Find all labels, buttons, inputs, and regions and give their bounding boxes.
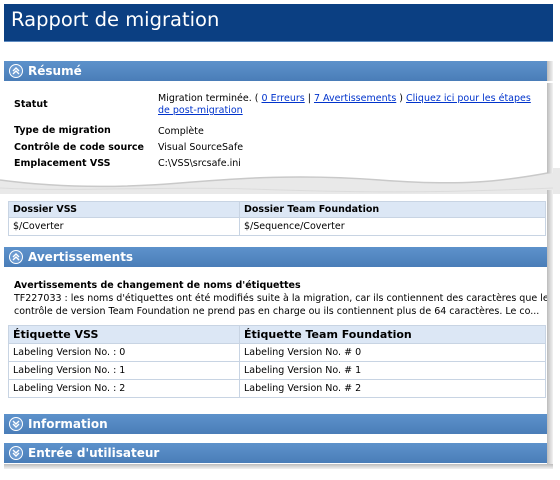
page-break-divider — [0, 168, 560, 194]
separator: | — [304, 93, 314, 104]
chevron-up-icon[interactable] — [9, 64, 23, 78]
label-rename-table: Étiquette VSS Étiquette Team Foundation … — [8, 325, 546, 398]
section-title: Avertissements — [28, 250, 134, 264]
statut-text: Migration terminée. ( — [158, 93, 262, 104]
tfs-folder-cell: $/Sequence/Coverter — [239, 217, 546, 236]
title-bar: Rapport de migration — [4, 4, 553, 42]
vss-label-cell: Labeling Version No. : 1 — [8, 361, 240, 380]
column-header-tfs-label: Étiquette Team Foundation — [239, 325, 546, 344]
post-migration-link[interactable]: Cliquez ici pour les étapes — [406, 93, 531, 104]
section-header-information[interactable]: Information — [4, 414, 547, 434]
warnings-subtitle: Avertissements de changement de noms d'é… — [14, 280, 301, 291]
table-row: Labeling Version No. : 2 Labeling Versio… — [8, 379, 546, 398]
column-header-tfs-folder: Dossier Team Foundation — [239, 201, 546, 218]
section-shadow — [547, 61, 553, 81]
panel-shadow — [547, 83, 553, 173]
section-header-avertissements[interactable]: Avertissements — [4, 247, 547, 267]
errors-link[interactable]: 0 Erreurs — [262, 93, 305, 104]
post-migration-link-line2[interactable]: de post-migration — [158, 105, 243, 116]
column-header-vss-label: Étiquette VSS — [8, 325, 240, 344]
chevron-down-icon[interactable] — [9, 446, 23, 460]
scc-label: Contrôle de code source — [14, 142, 144, 153]
section-title: Résumé — [28, 64, 82, 78]
page-title: Rapport de migration — [11, 8, 220, 31]
close-paren: ) — [396, 93, 407, 104]
type-value: Complète — [158, 126, 204, 137]
chevron-up-icon[interactable] — [9, 250, 23, 264]
tfs-label-cell: Labeling Version No. # 1 — [239, 361, 546, 380]
scc-value: Visual SourceSafe — [158, 142, 244, 153]
table-row: Labeling Version No. : 0 Labeling Versio… — [8, 343, 546, 362]
section-header-resume[interactable]: Résumé — [4, 61, 547, 81]
tfs-label-cell: Labeling Version No. # 0 — [239, 343, 546, 362]
column-header-vss-folder: Dossier VSS — [8, 201, 240, 218]
section-title: Entrée d'utilisateur — [28, 446, 160, 460]
vss-label-cell: Labeling Version No. : 2 — [8, 379, 240, 398]
warnings-text-line1: TF227033 : les noms d'étiquettes ont été… — [14, 293, 549, 304]
statut-value: Migration terminée. ( 0 Erreurs | 7 Aver… — [158, 93, 538, 117]
statut-label: Statut — [14, 99, 48, 110]
type-label: Type de migration — [14, 125, 111, 136]
vss-folder-cell: $/Coverter — [8, 217, 240, 236]
section-title: Information — [28, 417, 108, 431]
bottom-shadow — [4, 464, 553, 469]
folder-mapping-table: Dossier VSS Dossier Team Foundation $/Co… — [8, 201, 546, 236]
chevron-down-icon[interactable] — [9, 417, 23, 431]
vss-label-cell: Labeling Version No. : 0 — [8, 343, 240, 362]
table-row: $/Coverter $/Sequence/Coverter — [8, 217, 546, 236]
warnings-link[interactable]: 7 Avertissements — [314, 93, 396, 104]
tfs-label-cell: Labeling Version No. # 2 — [239, 379, 546, 398]
panel-shadow — [547, 190, 553, 464]
warnings-text-line2: contrôle de version Team Foundation ne p… — [14, 306, 540, 317]
table-row: Labeling Version No. : 1 Labeling Versio… — [8, 361, 546, 380]
section-header-user-input[interactable]: Entrée d'utilisateur — [4, 443, 547, 463]
